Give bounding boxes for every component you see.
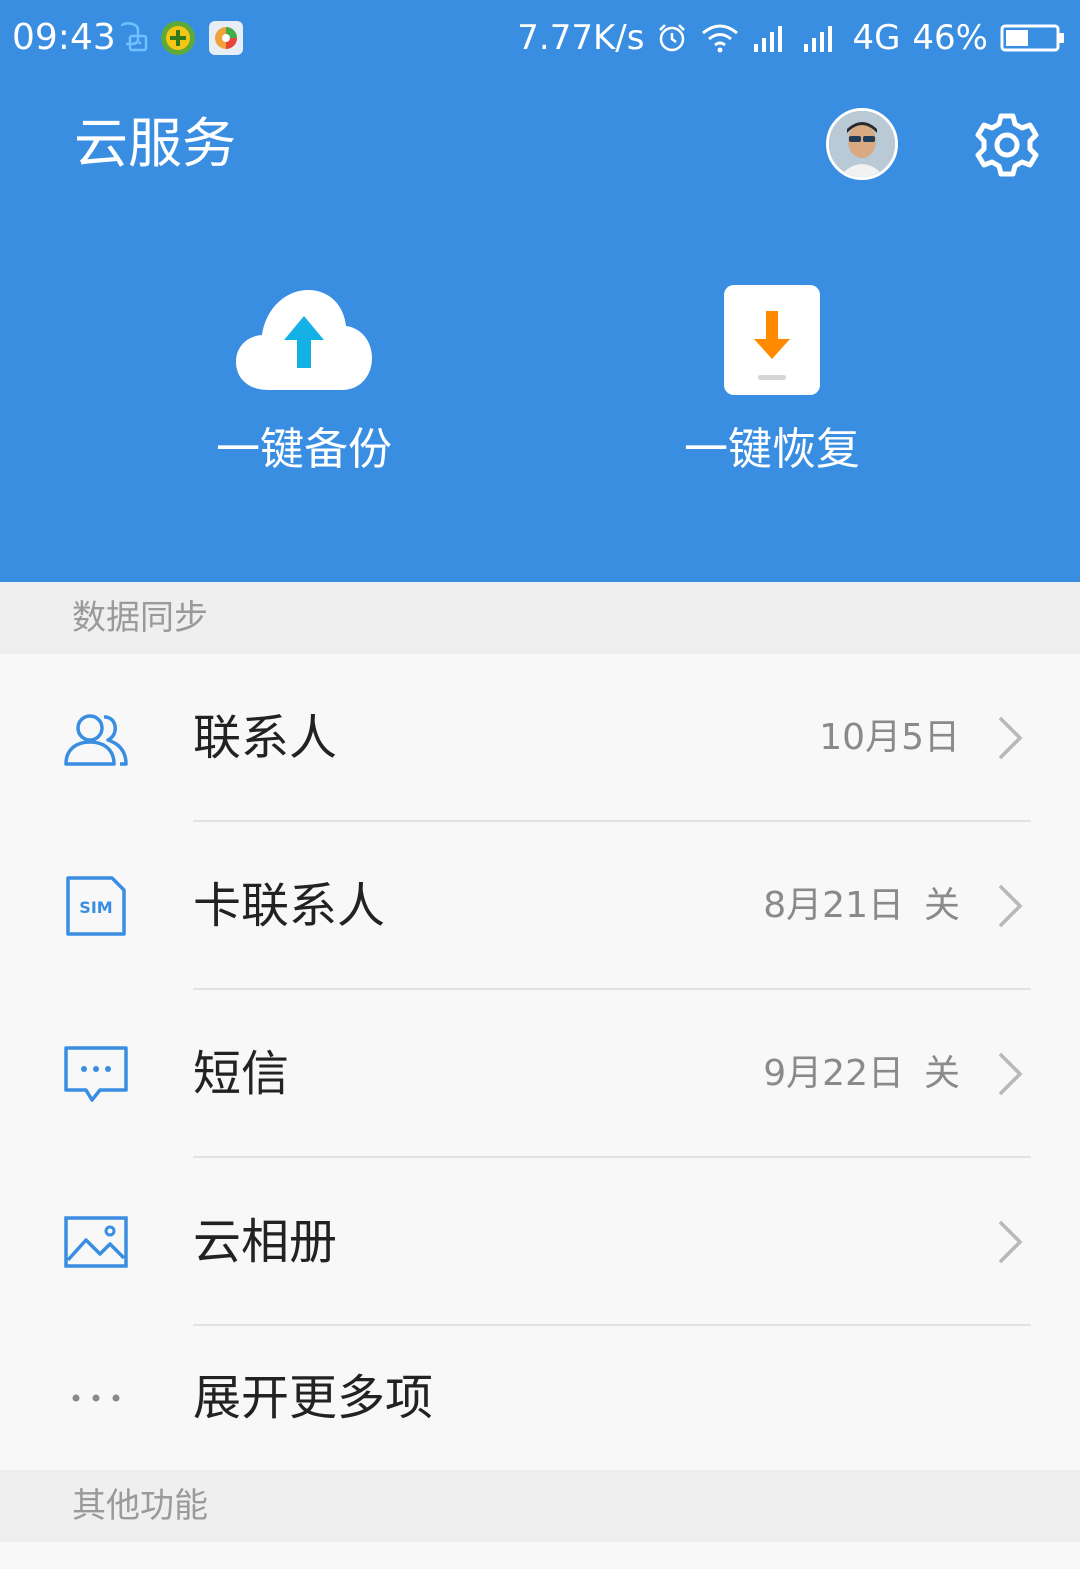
network-speed: 7.77K/s	[517, 18, 645, 58]
item-status: 关	[923, 1053, 960, 1094]
item-title: 短信	[193, 1046, 290, 1102]
alarm-icon	[659, 24, 686, 52]
download-icon	[724, 285, 820, 395]
list-item-contacts[interactable]: 联系人 10月5日	[0, 654, 1080, 822]
wifi-icon	[702, 24, 739, 53]
item-meta: 9月22日 关	[763, 1048, 960, 1100]
item-status: 关	[923, 885, 960, 926]
avatar[interactable]	[826, 108, 898, 180]
backup-label: 一键备份	[216, 424, 392, 475]
item-meta: 8月21日 关	[763, 880, 960, 932]
message-icon	[64, 1046, 128, 1102]
item-title: 联系人	[193, 710, 338, 766]
item-date: 8月21日	[763, 885, 904, 926]
status-time: 09:43	[12, 17, 116, 58]
chat-notification-icon	[120, 22, 148, 52]
cloud-upload-icon	[236, 290, 372, 390]
restore-button[interactable]: 一键恢复	[642, 280, 902, 478]
battery-icon	[1000, 24, 1064, 52]
battery-percent: 46%	[912, 18, 988, 58]
signal-icon-2	[804, 26, 833, 52]
contacts-icon	[64, 714, 128, 766]
image-icon	[64, 1216, 128, 1268]
status-bar: 09:43 7.77K/s 4G 46%	[0, 0, 1080, 76]
app-notification-icon	[161, 21, 195, 55]
sim-label: SIM	[79, 898, 112, 917]
sim-card-icon: SIM	[66, 876, 126, 936]
item-title: 云相册	[193, 1214, 338, 1270]
status-indicators: 7.77K/s 4G 46%	[517, 14, 1066, 62]
gear-icon[interactable]	[972, 110, 1042, 180]
header: 09:43 7.77K/s 4G 46% 云服务 一键备份 一键恢复	[0, 0, 1080, 582]
item-date: 9月22日	[763, 1053, 904, 1094]
list-item-sim-contacts[interactable]: SIM 卡联系人 8月21日 关	[0, 822, 1080, 990]
browser-notification-icon	[209, 21, 243, 55]
item-title: 卡联系人	[193, 878, 386, 934]
section-header-other: 其他功能	[0, 1470, 1080, 1542]
list-item-cloud-album[interactable]: 云相册	[0, 1158, 1080, 1326]
list-item-sms[interactable]: 短信 9月22日 关	[0, 990, 1080, 1158]
restore-label: 一键恢复	[684, 424, 860, 475]
chevron-right-icon	[998, 1052, 1023, 1096]
sync-list: 联系人 10月5日 SIM 卡联系人 8月21日 关 短信 9月22日 关 云相…	[0, 654, 1080, 1470]
page-title: 云服务	[74, 112, 236, 175]
backup-button[interactable]: 一键备份	[174, 280, 434, 478]
list-item-expand-more[interactable]: 展开更多项	[0, 1326, 1080, 1470]
more-dots-icon	[72, 1394, 120, 1402]
network-type: 4G	[852, 18, 901, 58]
chevron-right-icon	[998, 884, 1023, 928]
item-meta: 10月5日	[819, 712, 960, 764]
chevron-right-icon	[998, 716, 1023, 760]
section-header-sync: 数据同步	[0, 582, 1080, 654]
signal-icon-1	[754, 26, 783, 52]
user-photo	[829, 111, 895, 177]
item-title: 展开更多项	[193, 1370, 434, 1426]
chevron-right-icon	[998, 1220, 1023, 1264]
item-date: 10月5日	[819, 717, 960, 758]
